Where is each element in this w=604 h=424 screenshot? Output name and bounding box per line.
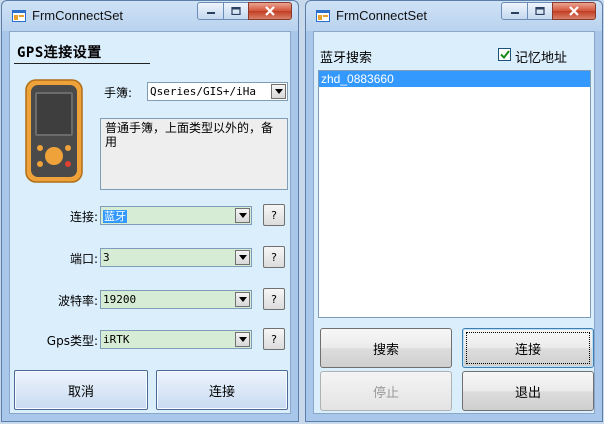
stop-button[interactable]: 停止 <box>320 371 452 411</box>
connection-label: 连接: <box>69 210 98 224</box>
app-window-icon <box>316 10 330 22</box>
handbook-label: 手簿: <box>104 86 133 100</box>
chevron-down-icon <box>238 297 247 302</box>
baud-rate-select[interactable]: 19200 <box>100 290 252 309</box>
bluetooth-search-window: FrmConnectSet 蓝牙搜索 记忆地址 zhd_0883660 搜索 连… <box>305 0 603 422</box>
port-help-button[interactable]: ? <box>263 246 285 268</box>
chevron-down-icon <box>274 89 283 94</box>
maximize-button[interactable] <box>223 2 249 20</box>
remember-address-label[interactable]: 记忆地址 <box>515 47 567 66</box>
checkmark-icon <box>499 50 510 59</box>
exit-button[interactable]: 退出 <box>462 371 594 411</box>
window-title: FrmConnectSet <box>32 8 124 23</box>
title-bar[interactable]: FrmConnectSet <box>306 1 602 31</box>
gps-type-help-button[interactable]: ? <box>263 328 285 350</box>
minimize-icon <box>206 12 215 14</box>
connect-button[interactable]: 连接 <box>462 328 594 368</box>
bluetooth-search-label: 蓝牙搜索 <box>320 51 373 66</box>
window-title: FrmConnectSet <box>336 8 428 23</box>
port-value: 3 <box>103 251 110 264</box>
maximize-icon <box>231 7 241 15</box>
handbook-select[interactable]: Qseries/GIS+/iHa <box>147 82 288 101</box>
settings-panel: GPS连接设置 手簿: Qseries/GIS+/iHa 普通手簿，上面类型以外… <box>9 31 291 414</box>
window-controls <box>197 2 292 20</box>
dropdown-arrow-button[interactable] <box>271 84 286 99</box>
close-button[interactable] <box>552 2 596 20</box>
handbook-value: Qseries/GIS+/iHa <box>150 85 256 98</box>
description-text: 普通手簿，上面类型以外的，备用 <box>100 118 288 190</box>
dropdown-arrow-button[interactable] <box>235 292 250 307</box>
baud-rate-label: 波特率: <box>57 294 98 308</box>
connection-value: 蓝牙 <box>103 209 127 223</box>
app-window-icon <box>12 10 26 22</box>
baud-rate-value: 19200 <box>103 293 137 306</box>
gps-type-value: iRTK <box>103 333 130 346</box>
handheld-device-image <box>25 79 83 183</box>
chevron-down-icon <box>238 213 247 218</box>
chevron-down-icon <box>238 255 247 260</box>
maximize-button[interactable] <box>527 2 553 20</box>
close-icon <box>265 6 275 16</box>
port-select[interactable]: 3 <box>100 248 252 267</box>
list-item[interactable]: zhd_0883660 <box>319 71 590 87</box>
page-title: GPS连接设置 <box>17 45 102 61</box>
focus-ring <box>466 332 590 364</box>
close-button[interactable] <box>248 2 292 20</box>
chevron-down-icon <box>238 337 247 342</box>
dropdown-arrow-button[interactable] <box>235 250 250 265</box>
close-icon <box>569 6 579 16</box>
device-list[interactable]: zhd_0883660 <box>318 70 591 318</box>
baud-rate-help-button[interactable]: ? <box>263 288 285 310</box>
minimize-button[interactable] <box>501 2 528 20</box>
minimize-button[interactable] <box>197 2 224 20</box>
connect-button[interactable]: 连接 <box>156 370 288 410</box>
search-button[interactable]: 搜索 <box>320 328 452 368</box>
remember-address-checkbox[interactable] <box>498 48 511 61</box>
gps-type-select[interactable]: iRTK <box>100 330 252 349</box>
connection-select[interactable]: 蓝牙 <box>100 206 252 225</box>
minimize-icon <box>510 12 519 14</box>
bluetooth-panel: 蓝牙搜索 记忆地址 zhd_0883660 搜索 连接 停止 退出 <box>313 31 595 414</box>
connection-help-button[interactable]: ? <box>263 204 285 226</box>
connect-settings-window: FrmConnectSet GPS连接设置 手簿: Qseries/GIS+/i… <box>1 0 299 422</box>
window-controls <box>501 2 596 20</box>
maximize-icon <box>535 7 545 15</box>
dropdown-arrow-button[interactable] <box>235 332 250 347</box>
title-bar[interactable]: FrmConnectSet <box>2 1 298 31</box>
title-underline <box>14 63 150 64</box>
dropdown-arrow-button[interactable] <box>235 208 250 223</box>
gps-type-label: Gps类型: <box>46 334 98 348</box>
port-label: 端口: <box>69 252 98 266</box>
cancel-button[interactable]: 取消 <box>14 370 148 410</box>
